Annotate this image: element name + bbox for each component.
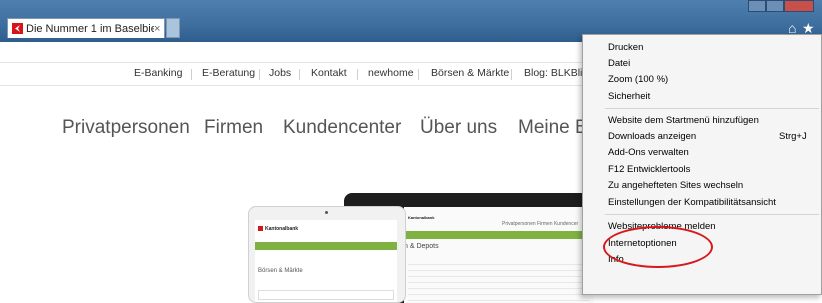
laptop-screen: Kantonalbank Privatpersonen Firmen Kunde…: [404, 207, 594, 303]
star-icon[interactable]: ★: [802, 21, 815, 35]
new-tab-button[interactable]: [166, 18, 180, 38]
menu-separator: [605, 108, 819, 109]
menu-item-sicherheit[interactable]: Sicherheit: [608, 91, 650, 102]
mainnav-meine[interactable]: Meine B: [518, 117, 588, 139]
laptop-green-bar: [404, 231, 594, 239]
tablet-camera: [325, 211, 328, 214]
downloads-shortcut: Strg+J: [779, 131, 807, 142]
tablet-bank-name: Kantonalbank: [265, 226, 299, 232]
nav-divider: [357, 69, 358, 80]
tablet-screen: Kantonalbank Börsen & Märkte: [255, 220, 397, 302]
mainnav-privatpersonen[interactable]: Privatpersonen: [62, 117, 190, 139]
laptop-content-panel: [408, 259, 590, 303]
nav-link-newhome[interactable]: newhome: [368, 67, 414, 79]
tab-close-icon[interactable]: ×: [154, 23, 164, 35]
close-window-button[interactable]: [784, 0, 814, 12]
menu-item-datei[interactable]: Datei: [608, 58, 630, 69]
annotation-highlight-ring: [603, 226, 713, 268]
tablet-search-field: [258, 290, 394, 300]
menu-item-add-ons[interactable]: Add-Ons verwalten: [608, 147, 689, 158]
tablet-mockup: Kantonalbank Börsen & Märkte: [248, 206, 406, 303]
menu-item-drucken[interactable]: Drucken: [608, 42, 643, 53]
tab-title: Die Nummer 1 im Baselbiet ...: [26, 22, 154, 35]
laptop-heading: n & Depots: [404, 243, 439, 250]
home-icon[interactable]: ⌂: [788, 21, 796, 35]
window-controls: [748, 0, 818, 12]
bank-favicon-icon: [12, 23, 23, 34]
menu-separator: [605, 214, 819, 215]
nav-link-jobs[interactable]: Jobs: [269, 67, 291, 79]
nav-link-boersen[interactable]: Börsen & Märkte: [431, 67, 509, 79]
menu-item-f12-tools[interactable]: F12 Entwicklertools: [608, 164, 690, 175]
menu-item-compatibility[interactable]: Einstellungen der Kompatibilitätsansicht: [608, 197, 776, 208]
mainnav-firmen[interactable]: Firmen: [204, 117, 263, 139]
maximize-button[interactable]: [766, 0, 784, 12]
nav-link-e-banking[interactable]: E-Banking: [134, 67, 182, 79]
tablet-green-bar: [255, 242, 397, 250]
menu-item-startmenu[interactable]: Website dem Startmenü hinzufügen: [608, 115, 759, 126]
laptop-bank-name: Kantonalbank: [408, 215, 435, 220]
tablet-heading: Börsen & Märkte: [258, 268, 303, 274]
laptop-nav: Privatpersonen Firmen Kundencer: [502, 221, 579, 227]
mainnav-kundencenter[interactable]: Kundencenter: [283, 117, 401, 139]
nav-divider: [191, 69, 192, 80]
nav-divider: [299, 69, 300, 80]
menu-item-zoom[interactable]: Zoom (100 %): [608, 74, 668, 85]
nav-divider: [511, 69, 512, 80]
menu-item-pinned-sites[interactable]: Zu angehefteten Sites wechseln: [608, 180, 743, 191]
nav-link-e-beratung[interactable]: E-Beratung: [202, 67, 255, 79]
nav-link-kontakt[interactable]: Kontakt: [311, 67, 347, 79]
nav-divider: [418, 69, 419, 80]
mainnav-ueber-uns[interactable]: Über uns: [420, 117, 497, 139]
nav-divider: [259, 69, 260, 80]
laptop-bank-logo: Kantonalbank: [408, 215, 434, 220]
minimize-button[interactable]: [748, 0, 766, 12]
menu-item-downloads[interactable]: Downloads anzeigen: [608, 131, 696, 142]
tablet-bank-logo: [258, 226, 263, 231]
browser-tab[interactable]: Die Nummer 1 im Baselbiet ... ×: [7, 18, 165, 38]
